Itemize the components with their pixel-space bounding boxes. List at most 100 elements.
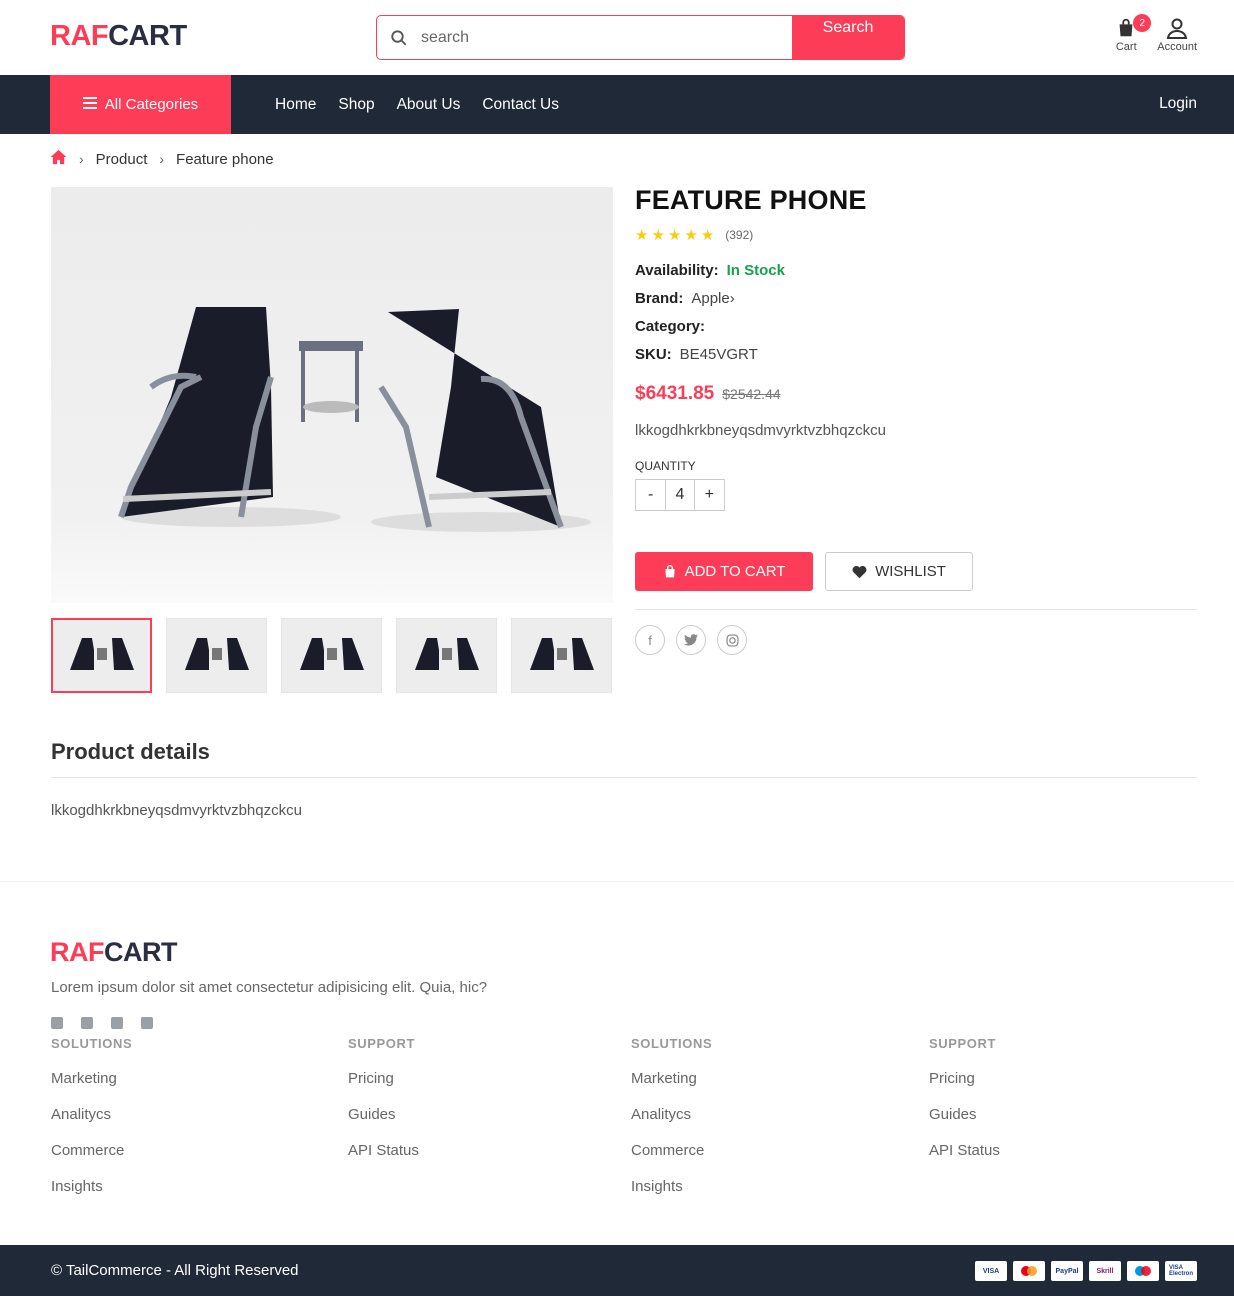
product-main-image[interactable]	[51, 187, 613, 603]
add-to-cart-button[interactable]: ADD TO CART	[635, 552, 813, 591]
footer-link[interactable]: Insights	[51, 1178, 132, 1195]
search-input[interactable]	[421, 16, 792, 59]
footer-link[interactable]: Analitycs	[51, 1106, 132, 1123]
footer-social-icons	[51, 1017, 153, 1029]
footer-link[interactable]: Pricing	[929, 1070, 1000, 1087]
footer-link[interactable]: Insights	[631, 1178, 712, 1195]
star-icon: ★	[684, 227, 698, 244]
instagram-icon[interactable]	[717, 625, 747, 655]
quantity-label: QUANTITY	[635, 459, 696, 473]
all-categories-button[interactable]: All Categories	[50, 75, 231, 134]
footer-column-support: SUPPORT Pricing Guides API Status	[929, 1036, 1000, 1159]
brand-row: Brand: Apple›	[635, 290, 735, 307]
nav-link-shop[interactable]: Shop	[338, 96, 374, 114]
facebook-icon[interactable]	[51, 1017, 63, 1029]
thumbnail-2[interactable]	[166, 618, 267, 693]
star-icon: ★	[651, 227, 665, 244]
footer-link[interactable]: API Status	[929, 1142, 1000, 1159]
mastercard-icon	[1013, 1261, 1045, 1281]
footer-logo[interactable]: RAFCART	[50, 937, 178, 968]
search-button[interactable]: Search	[792, 16, 904, 59]
star-icon: ★	[667, 227, 682, 244]
brand-value[interactable]: Apple›	[691, 290, 734, 307]
header-icons: 2 Cart Account	[1115, 14, 1197, 53]
footer-link[interactable]: Commerce	[51, 1142, 132, 1159]
nav-link-about[interactable]: About Us	[397, 96, 461, 114]
footer-divider	[0, 881, 1234, 882]
skrill-icon: Skrill	[1089, 1261, 1121, 1281]
footer-column-solutions: SOLUTIONS Marketing Analitycs Commerce I…	[631, 1036, 713, 1195]
product-title: FEATURE PHONE	[635, 185, 867, 215]
star-icon: ★	[635, 227, 649, 244]
footer-link[interactable]: Marketing	[631, 1070, 712, 1087]
stock-status: In Stock	[726, 262, 785, 279]
cart-link[interactable]: 2 Cart	[1115, 14, 1152, 53]
old-price: $2542.44	[722, 386, 781, 402]
maestro-icon	[1127, 1261, 1159, 1281]
quantity-decrease-button[interactable]: -	[636, 480, 665, 510]
footer-link[interactable]: Pricing	[348, 1070, 419, 1087]
payment-methods: VISA PayPal Skrill VISA Electron	[975, 1261, 1197, 1281]
footer-link[interactable]: Marketing	[51, 1070, 132, 1087]
thumbnail-5[interactable]	[511, 618, 612, 693]
category-row: Category:	[635, 318, 706, 335]
footer-link[interactable]: Guides	[348, 1106, 419, 1123]
paypal-icon: PayPal	[1051, 1261, 1083, 1281]
twitter-icon[interactable]	[676, 625, 706, 655]
star-icon: ★	[700, 227, 715, 244]
footer-column-solutions: SOLUTIONS Marketing Analitycs Commerce I…	[51, 1036, 133, 1195]
product-details-text: lkkogdhkrkbneyqsdmvyrktvzbhqzckcu	[51, 802, 302, 819]
copyright-text: © TailCommerce - All Right Reserved	[51, 1262, 299, 1279]
account-link[interactable]: Account	[1157, 16, 1197, 53]
sku-row: SKU: BE45VGRT	[635, 346, 758, 363]
price-block: $6431.85 $2542.44	[635, 383, 1197, 405]
lounge-chairs-image	[118, 307, 591, 532]
thumbnail-4[interactable]	[396, 618, 497, 693]
sku-value: BE45VGRT	[679, 346, 758, 363]
nav-links: Home Shop About Us Contact Us	[275, 75, 559, 134]
thumbnail-3[interactable]	[281, 618, 382, 693]
visa-electron-icon: VISA Electron	[1165, 1261, 1197, 1281]
footer-link[interactable]: Guides	[929, 1106, 1000, 1123]
current-price: $6431.85	[635, 383, 715, 404]
quantity-value[interactable]: 4	[665, 480, 695, 510]
quantity-increase-button[interactable]: +	[695, 480, 724, 510]
visa-icon: VISA	[975, 1261, 1007, 1281]
thumbnail-1[interactable]	[51, 618, 152, 693]
login-link[interactable]: Login	[1159, 95, 1197, 113]
footer-link[interactable]: API Status	[348, 1142, 419, 1159]
footer-link[interactable]: Analitycs	[631, 1106, 712, 1123]
cart-count-badge: 2	[1133, 14, 1152, 32]
main-nav: All Categories Home Shop About Us Contac…	[0, 75, 1234, 134]
instagram-icon[interactable]	[81, 1017, 93, 1029]
facebook-icon[interactable]: f	[635, 625, 665, 655]
review-count: (392)	[725, 228, 754, 242]
site-logo[interactable]: RAFCART	[50, 20, 187, 53]
chevron-right-icon: ›	[79, 151, 84, 167]
breadcrumb-product[interactable]: Product	[96, 151, 148, 168]
short-description: lkkogdhkrkbneyqsdmvyrktvzbhqzckcu	[635, 422, 886, 439]
cart-label: Cart	[1115, 41, 1137, 53]
footer-link[interactable]: Commerce	[631, 1142, 712, 1159]
search-icon	[377, 16, 421, 59]
menu-icon	[82, 96, 97, 113]
account-label: Account	[1157, 41, 1197, 53]
product-details-heading: Product details	[51, 739, 210, 764]
home-icon[interactable]	[50, 149, 67, 169]
action-buttons: ADD TO CART WISHLIST	[635, 552, 1197, 591]
divider	[635, 609, 1197, 610]
wishlist-button[interactable]: WISHLIST	[825, 552, 973, 591]
chevron-right-icon: ›	[159, 151, 165, 167]
shopping-bag-icon	[664, 564, 675, 578]
product-info: FEATURE PHONE ★ ★ ★ ★ ★ (392) Availabili…	[635, 185, 1197, 655]
nav-link-contact[interactable]: Contact Us	[482, 96, 559, 114]
search-bar: Search	[376, 15, 905, 60]
share-links: f	[635, 625, 1197, 655]
user-icon	[1166, 18, 1188, 39]
product-thumbnails	[51, 618, 612, 693]
product-rating: ★ ★ ★ ★ ★ (392)	[635, 226, 1197, 244]
site-header: RAFCART Search 2 Cart Account	[0, 0, 1234, 75]
nav-link-home[interactable]: Home	[275, 96, 316, 114]
twitter-icon[interactable]	[111, 1017, 123, 1029]
github-icon[interactable]	[141, 1017, 153, 1029]
